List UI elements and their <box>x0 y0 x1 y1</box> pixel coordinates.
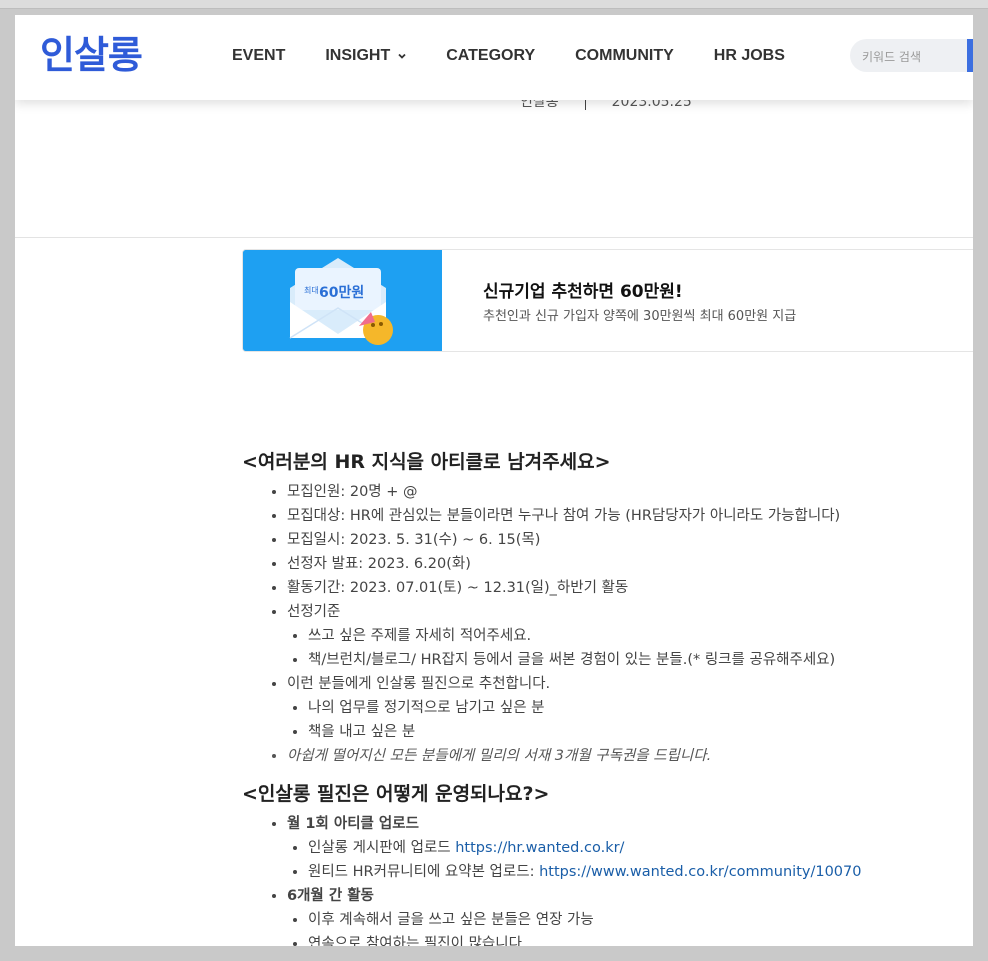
sub-list: 쓰고 싶은 주제를 자세히 적어주세요. 책/브런치/블로그/ HR잡지 등에서… <box>287 624 942 672</box>
list-item: 책/브런치/블로그/ HR잡지 등에서 글을 써본 경험이 있는 분들.(* 링… <box>308 648 942 672</box>
list-item-text: 원티드 HR커뮤니티에 요약본 업로드: <box>308 864 540 880</box>
sub-list: 이후 계속해서 글을 쓰고 싶은 분들은 연장 가능 연속으로 참여하는 필진이… <box>287 908 942 946</box>
operation-list: 월 1회 아티클 업로드 인살롱 게시판에 업로드 https://hr.wan… <box>242 812 942 946</box>
board-link[interactable]: https://hr.wanted.co.kr/ <box>455 840 624 856</box>
site-header: 인살롱 EVENT INSIGHT CATEGORY COMMUNITY HR … <box>15 15 973 100</box>
section-divider <box>15 237 973 238</box>
sub-list: 인살롱 게시판에 업로드 https://hr.wanted.co.kr/ 원티… <box>287 836 942 884</box>
list-item: 아쉽게 떨어지신 모든 분들에게 밀리의 서재 3개월 구독권을 드립니다. <box>287 744 942 768</box>
nav-community[interactable]: COMMUNITY <box>575 45 674 67</box>
envelope-illustration: 최대 60만원 <box>243 250 442 351</box>
nav-event[interactable]: EVENT <box>232 45 285 67</box>
chevron-down-icon <box>398 53 406 59</box>
list-item: 6개월 간 활동 이후 계속해서 글을 쓰고 싶은 분들은 연장 가능 연속으로… <box>287 884 942 946</box>
nav-category[interactable]: CATEGORY <box>446 45 535 67</box>
nav-label: HR JOBS <box>713 47 785 64</box>
recruit-info-list: 모집인원: 20명 + @ 모집대상: HR에 관심있는 분들이라면 누구나 참… <box>242 480 942 768</box>
list-item-text: 월 1회 아티클 업로드 <box>287 816 419 832</box>
nav-insight[interactable]: INSIGHT <box>325 45 406 67</box>
search-button[interactable] <box>967 39 973 72</box>
badge-small-text: 최대 <box>304 285 319 295</box>
nav-label: INSIGHT <box>325 47 391 64</box>
article-body: <여러분의 HR 지식을 아티클로 남겨주세요> 모집인원: 20명 + @ 모… <box>242 448 942 946</box>
section-heading: <여러분의 HR 지식을 아티클로 남겨주세요> <box>242 451 611 473</box>
list-item-text: 선정기준 <box>287 604 341 620</box>
list-item: 월 1회 아티클 업로드 인살롱 게시판에 업로드 https://hr.wan… <box>287 812 942 884</box>
nav-hr-jobs[interactable]: HR JOBS <box>714 45 785 67</box>
list-item: 선정자 발표: 2023. 6.20(화) <box>287 552 942 576</box>
community-link[interactable]: https://www.wanted.co.kr/community/10070 <box>539 864 861 880</box>
nav-label: EVENT <box>232 47 286 64</box>
list-item: 인살롱 게시판에 업로드 https://hr.wanted.co.kr/ <box>308 836 942 860</box>
list-item: 책을 내고 싶은 분 <box>308 720 942 744</box>
list-item: 이런 분들에게 인살롱 필진으로 추천합니다. 나의 업무를 정기적으로 남기고… <box>287 672 942 744</box>
list-item-text: 6개월 간 활동 <box>287 888 374 904</box>
envelope-icon: 최대 60만원 <box>243 250 442 351</box>
list-item: 모집대상: HR에 관심있는 분들이라면 누구나 참여 가능 (HR담당자가 아… <box>287 504 942 528</box>
search-box <box>850 39 973 74</box>
section-operation: <인살롱 필진은 어떻게 운영되나요?> 월 1회 아티클 업로드 인살롱 게시… <box>242 780 942 946</box>
main-nav: EVENT INSIGHT CATEGORY COMMUNITY HR JOBS <box>232 45 825 67</box>
site-logo[interactable]: 인살롱 <box>40 33 143 77</box>
nav-label: COMMUNITY <box>575 47 674 64</box>
search-icon <box>967 39 973 72</box>
list-item: 선정기준 쓰고 싶은 주제를 자세히 적어주세요. 책/브런치/블로그/ HR잡… <box>287 600 942 672</box>
page: 인살롱 EVENT INSIGHT CATEGORY COMMUNITY HR … <box>15 15 973 946</box>
list-item: 원티드 HR커뮤니티에 요약본 업로드: https://www.wanted.… <box>308 860 942 884</box>
list-item-text: 이런 분들에게 인살롱 필진으로 추천합니다. <box>287 676 551 692</box>
list-item: 활동기간: 2023. 07.01(토) ~ 12.31(일)_하반기 활동 <box>287 576 942 600</box>
section-heading: <인살롱 필진은 어떻게 운영되나요?> <box>242 783 550 805</box>
list-item: 연속으로 참여하는 필진이 많습니다. <box>308 932 942 946</box>
search-input[interactable] <box>850 39 964 74</box>
list-item: 쓰고 싶은 주제를 자세히 적어주세요. <box>308 624 942 648</box>
badge-amount-text: 60만원 <box>319 285 364 301</box>
sub-list: 나의 업무를 정기적으로 남기고 싶은 분 책을 내고 싶은 분 <box>287 696 942 744</box>
banner-title: 신규기업 추천하면 60만원! <box>483 282 683 302</box>
list-item: 모집인원: 20명 + @ <box>287 480 942 504</box>
nav-label: CATEGORY <box>446 47 536 64</box>
banner-subtitle: 추천인과 신규 가입자 양쪽에 30만원씩 최대 60만원 지급 <box>483 309 797 324</box>
list-item: 나의 업무를 정기적으로 남기고 싶은 분 <box>308 696 942 720</box>
promo-banner[interactable]: 최대 60만원 신규기업 추천하면 60만원! 추천인과 신규 가입자 양쪽에 … <box>242 249 973 352</box>
list-item-text: 인살롱 게시판에 업로드 <box>308 840 456 856</box>
browser-top-bar <box>0 0 988 9</box>
list-item: 모집일시: 2023. 5. 31(수) ~ 6. 15(목) <box>287 528 942 552</box>
list-item: 이후 계속해서 글을 쓰고 싶은 분들은 연장 가능 <box>308 908 942 932</box>
